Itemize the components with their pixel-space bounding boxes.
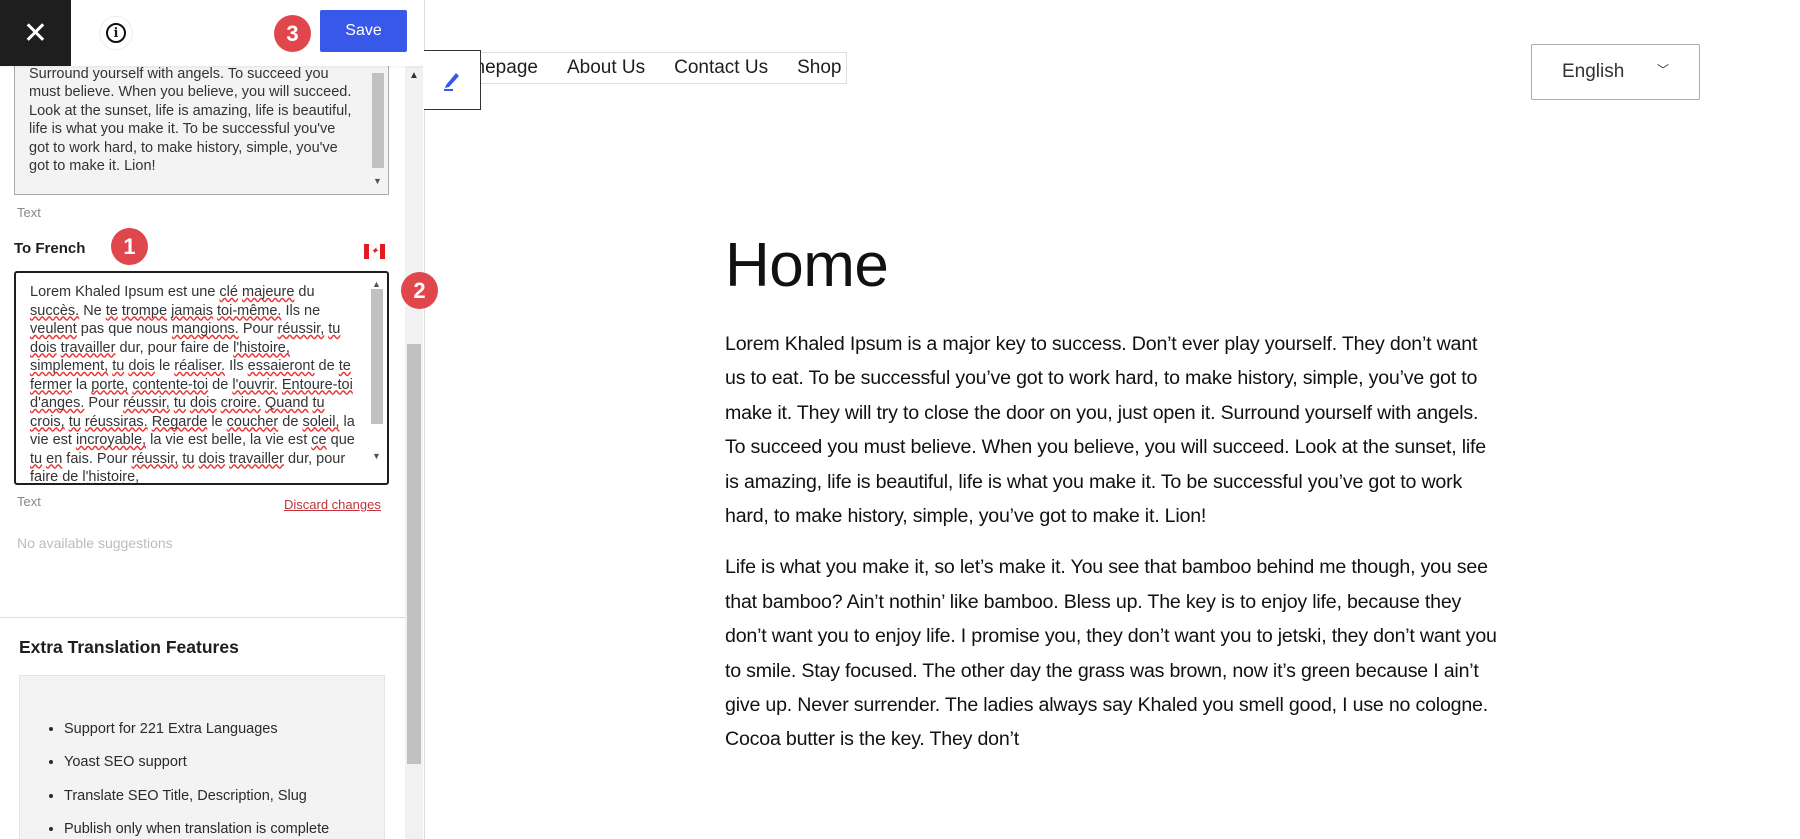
close-icon: ✕ — [22, 16, 49, 50]
nav-item-about-us[interactable]: About Us — [567, 57, 645, 79]
nav-item-contact-us[interactable]: Contact Us — [674, 57, 768, 79]
pencil-icon — [444, 73, 459, 91]
nav-item-shop[interactable]: Shop — [797, 57, 841, 79]
feature-item: Support for 221 Extra Languages — [64, 713, 384, 746]
feature-item: Publish only when translation is complet… — [64, 813, 384, 839]
translation-text-field[interactable]: Lorem Khaled Ipsum est une clé majeure d… — [14, 271, 389, 485]
save-button[interactable]: Save — [320, 10, 407, 52]
sidebar-scroll-thumb[interactable] — [407, 344, 421, 764]
info-button[interactable]: i — [99, 16, 133, 50]
step-badge-2: 2 — [401, 272, 438, 309]
info-icon: i — [106, 23, 126, 43]
edit-button[interactable] — [424, 50, 481, 110]
paragraph: Life is what you make it, so let’s make … — [725, 556, 1497, 751]
feature-item: Translate SEO Title, Description, Slug — [64, 780, 384, 813]
extra-features-box: Support for 221 Extra Languages Yoast SE… — [19, 675, 385, 839]
chevron-down-icon: ﹀ — [1656, 63, 1669, 77]
canada-flag-icon: ✦ — [364, 244, 385, 259]
language-selected: English — [1562, 61, 1625, 82]
page-title: Home — [725, 231, 889, 300]
sidebar-scrollbar[interactable]: ▲ — [405, 66, 423, 839]
source-type-label: Text — [17, 205, 41, 220]
translation-scrollbar[interactable]: ▲ ▼ — [369, 275, 385, 467]
language-select[interactable]: English ﹀ — [1531, 44, 1700, 100]
suggestions-status: No available suggestions — [17, 535, 173, 551]
step-badge-3: 3 — [274, 15, 311, 52]
main-navigation: Homepage About Us Contact Us Shop — [470, 52, 847, 84]
translation-type-label: Text — [17, 494, 41, 509]
extra-features-title: Extra Translation Features — [19, 637, 239, 657]
target-language-heading: To French — [14, 240, 86, 257]
translation-text: Lorem Khaled Ipsum est une clé majeure d… — [30, 284, 355, 485]
sidebar-toolbar: ✕ i Save — [0, 0, 424, 66]
close-button[interactable]: ✕ — [0, 0, 71, 66]
translation-sidebar: ✕ i Save They will try to close the door… — [0, 0, 425, 839]
page-content: Home Lorem Khaled Ipsum is a major key t… — [725, 230, 1500, 774]
feature-item: Yoast SEO support — [64, 746, 384, 779]
divider — [0, 617, 405, 618]
paragraph: Lorem Khaled Ipsum is a major key to suc… — [725, 333, 1486, 528]
step-badge-1: 1 — [111, 228, 148, 265]
discard-changes-link[interactable]: Discard changes — [284, 497, 381, 512]
